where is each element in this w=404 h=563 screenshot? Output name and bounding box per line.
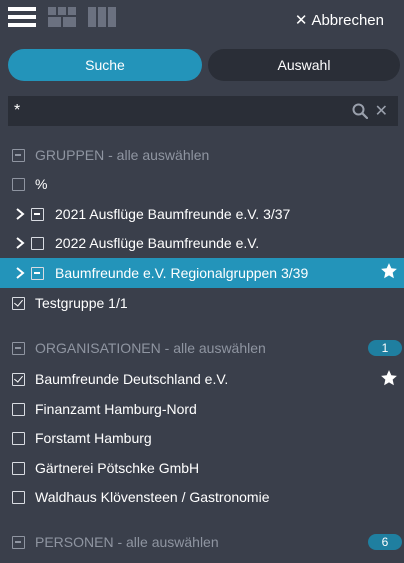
list-item[interactable]: Forstamt Hamburg [0, 424, 404, 452]
cancel-label: Abbrechen [311, 11, 384, 29]
item-label: Baumfreunde Deutschland e.V. [35, 371, 229, 387]
search-input[interactable] [14, 96, 334, 126]
item-label: Forstamt Hamburg [35, 430, 152, 446]
list-item[interactable]: Waldhaus Klövensteen / Gastronomie [0, 483, 404, 511]
item-label: Finanzamt Hamburg-Nord [35, 401, 197, 417]
chevron-right-icon[interactable] [14, 237, 26, 249]
item-checkbox[interactable] [31, 266, 44, 280]
item-label: % [35, 176, 48, 192]
tab-search[interactable]: Suche [8, 49, 202, 81]
cancel-button[interactable]: ✕ Abbrechen [294, 11, 384, 30]
item-checkbox[interactable] [12, 177, 25, 191]
list-item[interactable]: % [0, 170, 404, 198]
organisations-header-label: ORGANISATIONEN - alle auswählen [35, 340, 266, 356]
item-label: Gärtnerei Pötschke GmbH [35, 460, 200, 476]
select-all-persons-checkbox[interactable] [12, 535, 25, 549]
groups-section-header[interactable]: GRUPPEN - alle auswählen [0, 141, 404, 169]
organisations-section-header[interactable]: ORGANISATIONEN - alle auswählen 1 [0, 334, 404, 362]
list-item[interactable]: Baumfreunde Deutschland e.V. [0, 365, 404, 393]
item-checkbox[interactable] [12, 461, 25, 475]
item-checkbox[interactable] [12, 490, 25, 504]
item-label: Baumfreunde e.V. Regionalgruppen 3/39 [55, 265, 309, 281]
groups-header-label: GRUPPEN - alle auswählen [35, 147, 210, 163]
list-view-icon[interactable] [8, 7, 36, 27]
list-item[interactable]: 2022 Ausflüge Baumfreunde e.V. [0, 229, 404, 257]
organisations-count-badge: 1 [368, 340, 402, 356]
persons-section-header[interactable]: PERSONEN - alle auswählen 6 [0, 528, 404, 556]
persons-count-badge: 6 [368, 534, 402, 550]
item-checkbox[interactable] [31, 236, 44, 250]
clear-search-icon[interactable]: ✕ [375, 101, 388, 121]
item-label: Testgruppe 1/1 [35, 295, 128, 311]
list-item[interactable]: Gärtnerei Pötschke GmbH [0, 454, 404, 482]
star-icon[interactable] [380, 262, 398, 280]
list-item[interactable]: 2021 Ausflüge Baumfreunde e.V. 3/37 [0, 200, 404, 228]
chevron-right-icon[interactable] [14, 208, 26, 220]
search-bar: ✕ [8, 96, 398, 126]
select-all-organisations-checkbox[interactable] [12, 341, 25, 355]
list-item[interactable]: Testgruppe 1/1 [0, 289, 404, 317]
item-checkbox[interactable] [31, 207, 44, 221]
close-icon: ✕ [294, 12, 308, 29]
select-all-groups-checkbox[interactable] [12, 148, 25, 162]
top-toolbar: ✕ Abbrechen [0, 0, 404, 40]
search-icon[interactable] [352, 103, 368, 119]
item-label: Waldhaus Klövensteen / Gastronomie [35, 489, 270, 505]
item-checkbox[interactable] [12, 431, 25, 445]
item-checkbox[interactable] [12, 402, 25, 416]
list-item-selected[interactable]: Baumfreunde e.V. Regionalgruppen 3/39 [0, 258, 404, 288]
tab-selection[interactable]: Auswahl [208, 49, 400, 81]
item-label: 2022 Ausflüge Baumfreunde e.V. [55, 235, 260, 251]
chevron-right-icon[interactable] [14, 267, 26, 279]
item-label: 2021 Ausflüge Baumfreunde e.V. 3/37 [55, 206, 291, 222]
column-view-icon[interactable] [88, 7, 116, 27]
star-icon[interactable] [380, 369, 398, 387]
item-checkbox[interactable] [12, 296, 25, 310]
persons-header-label: PERSONEN - alle auswählen [35, 534, 219, 550]
list-item[interactable]: Finanzamt Hamburg-Nord [0, 395, 404, 423]
tab-bar: Suche Auswahl [8, 49, 400, 81]
grid-view-icon[interactable] [48, 7, 76, 27]
item-checkbox[interactable] [12, 372, 25, 386]
